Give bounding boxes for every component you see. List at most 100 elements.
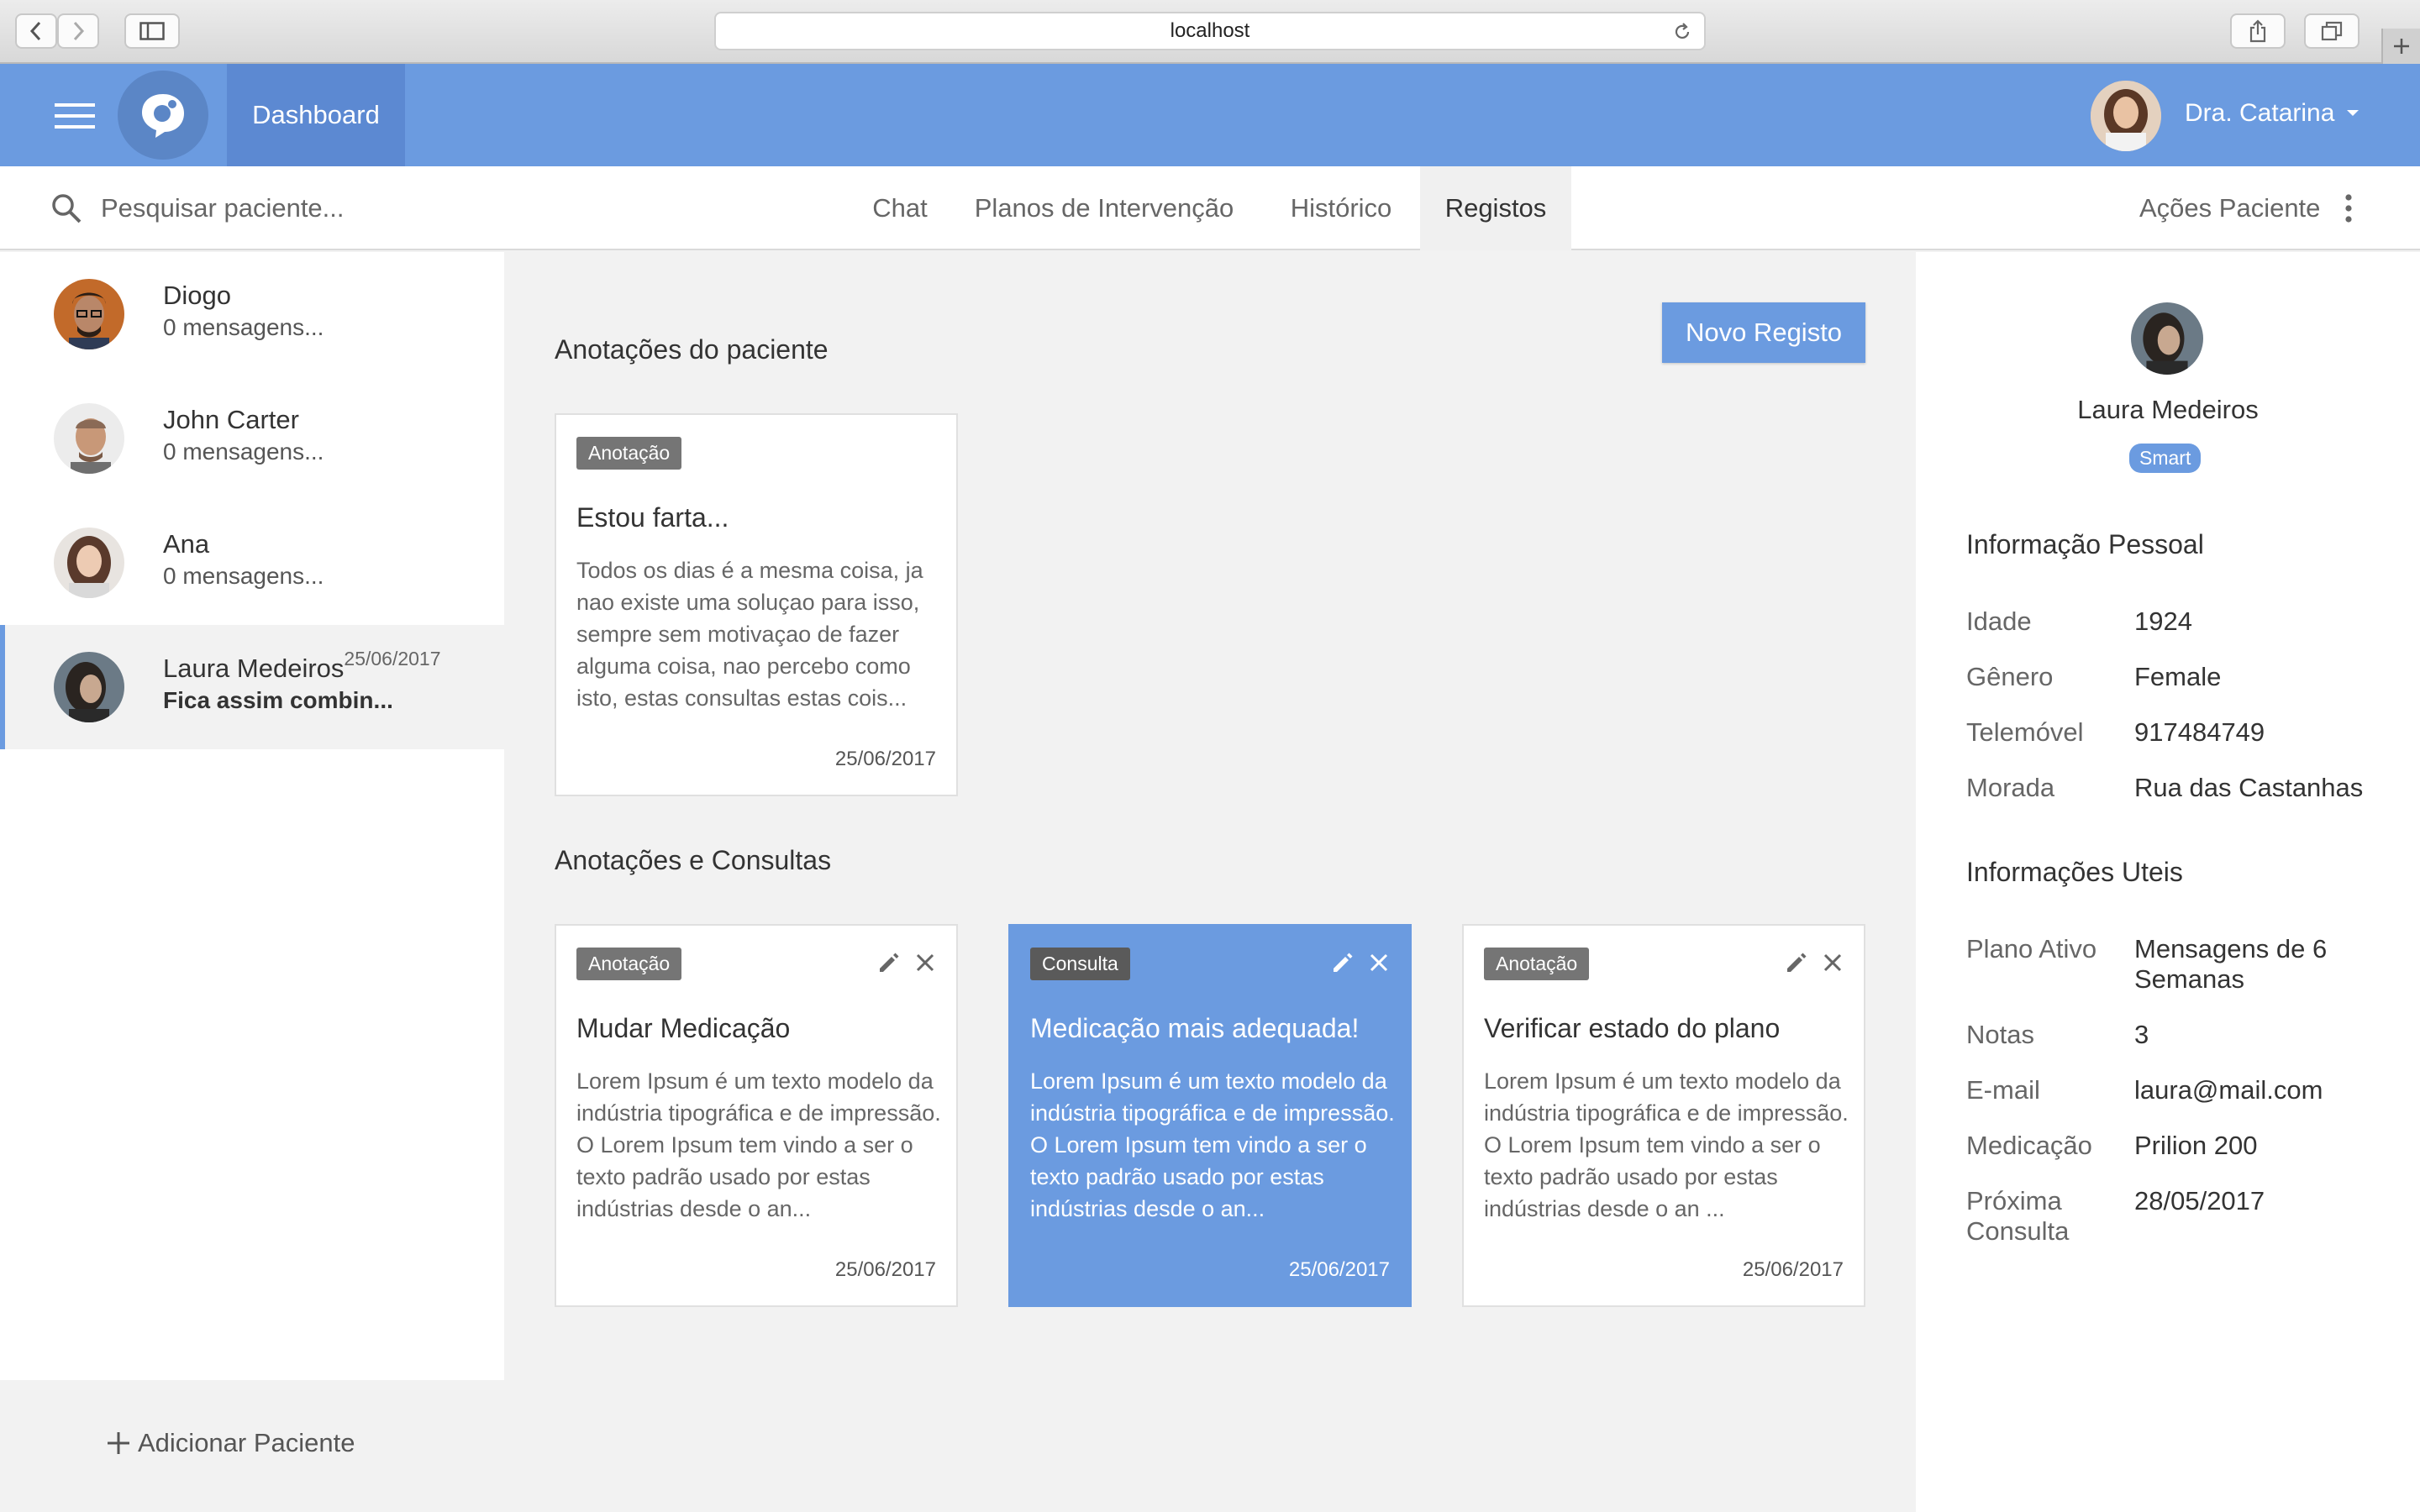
tab-chat[interactable]: Chat	[855, 166, 944, 250]
user-name: Dra. Catarina	[2185, 99, 2335, 127]
patient-actions-menu[interactable]: Ações Paciente	[2139, 166, 2353, 250]
tab-registos[interactable]: Registos	[1420, 166, 1571, 250]
patient-name: Ana	[163, 529, 210, 559]
tab-bar: Chat Planos de Intervenção Histórico Reg…	[0, 166, 2420, 250]
patient-avatar	[54, 652, 124, 722]
patient-name: Diogo	[163, 281, 231, 310]
info-value: Prilion 200	[2134, 1131, 2258, 1160]
patient-profile-panel: Laura Medeiros Smart Informação Pessoal …	[1916, 252, 2420, 1512]
info-label: Plano Ativo	[1966, 934, 2097, 963]
record-card-selected[interactable]: Consulta Medicação mais adequada! Lorem …	[1008, 924, 1412, 1307]
patient-last-message: 0 mensagens...	[163, 563, 324, 589]
tab-planos[interactable]: Planos de Intervenção	[961, 166, 1247, 250]
record-card[interactable]: Anotação Mudar Medicação Lorem Ipsum é u…	[555, 924, 958, 1307]
more-vert-icon	[2345, 194, 2353, 223]
card-type-badge: Anotação	[1484, 948, 1590, 980]
url-text: localhost	[1170, 19, 1250, 42]
card-date: 25/06/2017	[1742, 1258, 1844, 1281]
plus-icon	[2394, 39, 2409, 54]
edit-button[interactable]	[877, 951, 901, 974]
info-label: Próxima Consulta	[1966, 1186, 2070, 1246]
logo-icon	[142, 94, 184, 138]
patient-avatar	[54, 528, 124, 598]
card-body: Todos os dias é a mesma coisa, ja nao ex…	[576, 558, 923, 711]
patient-item[interactable]: Ana 0 mensagens...	[0, 501, 504, 625]
patient-actions-label: Ações Paciente	[2139, 193, 2321, 223]
info-value: Mensagens de 6 Semanas	[2134, 934, 2328, 994]
sidebar-icon	[139, 22, 165, 40]
pencil-icon	[1334, 953, 1353, 972]
patient-item[interactable]: Diogo 0 mensagens...	[0, 252, 504, 376]
card-type-badge: Consulta	[1030, 948, 1130, 980]
record-card[interactable]: Anotação Verificar estado do plano Lorem…	[1462, 924, 1865, 1307]
user-menu[interactable]: Dra. Catarina	[2185, 99, 2360, 128]
app-header: Dashboard Dra. Catarina	[0, 64, 2420, 166]
avatar-image	[2091, 81, 2161, 151]
patient-name: John Carter	[163, 405, 299, 434]
card-date: 25/06/2017	[834, 748, 936, 770]
back-button[interactable]	[15, 13, 57, 49]
sidebar-button[interactable]	[124, 13, 180, 49]
back-icon	[29, 21, 41, 41]
profile-badge: Smart	[2129, 444, 2202, 473]
card-tools	[1331, 951, 1388, 974]
patient-item[interactable]: John Carter 0 mensagens...	[0, 376, 504, 501]
patient-search	[50, 166, 437, 250]
note-card[interactable]: Anotação Estou farta... Todos os dias é …	[555, 413, 958, 796]
address-bar[interactable]: localhost	[714, 12, 1706, 50]
info-value: 917484749	[2134, 717, 2265, 747]
info-value: Rua das Castanhas	[2134, 773, 2364, 802]
info-label: Medicação	[1966, 1131, 2092, 1160]
consults-section-title: Anotações e Consultas	[555, 845, 832, 875]
delete-button[interactable]	[1823, 953, 1842, 972]
reload-icon	[1675, 23, 1690, 39]
new-tab-button[interactable]	[2381, 29, 2420, 64]
patient-last-message: 0 mensagens...	[163, 438, 324, 465]
tabs-button[interactable]	[2304, 13, 2360, 49]
share-button[interactable]	[2230, 13, 2286, 49]
patient-item-selected[interactable]: Laura Medeiros25/06/2017 Fica assim comb…	[0, 625, 504, 749]
info-label: Notas	[1966, 1020, 2034, 1049]
tabs-icon	[2321, 21, 2343, 41]
hamburger-icon	[55, 103, 95, 129]
dashboard-link[interactable]: Dashboard	[227, 64, 405, 166]
menu-button[interactable]	[30, 92, 119, 139]
app-logo[interactable]	[118, 71, 208, 160]
tab-historico[interactable]: Histórico	[1267, 166, 1415, 250]
card-title: Estou farta...	[576, 502, 729, 533]
user-avatar[interactable]	[2091, 81, 2161, 151]
delete-button[interactable]	[916, 953, 934, 972]
patient-avatar	[54, 279, 124, 349]
delete-button[interactable]	[1370, 953, 1388, 972]
search-icon	[52, 194, 82, 223]
info-value: 3	[2134, 1020, 2149, 1049]
card-tools	[1785, 951, 1842, 974]
info-label: Idade	[1966, 606, 2032, 636]
info-label: Morada	[1966, 773, 2055, 802]
card-title: Verificar estado do plano	[1484, 1013, 1781, 1043]
edit-button[interactable]	[1785, 951, 1808, 974]
edit-button[interactable]	[1331, 951, 1355, 974]
add-patient-button[interactable]: Adicionar Paciente	[106, 1428, 355, 1458]
patient-last-message: Fica assim combin...	[163, 687, 393, 713]
patient-name: Laura Medeiros25/06/2017	[163, 648, 441, 684]
forward-icon	[73, 21, 85, 41]
pencil-icon	[1787, 953, 1807, 972]
card-body: Lorem Ipsum é um texto modelo da indústr…	[1484, 1068, 1849, 1221]
forward-button[interactable]	[57, 13, 99, 49]
patient-list: Diogo 0 mensagens... John Carter 0 mensa…	[0, 252, 504, 1380]
card-date: 25/06/2017	[834, 1258, 936, 1281]
personal-info-title: Informação Pessoal	[1966, 529, 2204, 559]
reload-button[interactable]	[1672, 22, 1692, 42]
info-value: laura@mail.com	[2134, 1075, 2323, 1105]
add-patient-label: Adicionar Paciente	[138, 1428, 355, 1457]
search-input[interactable]	[101, 193, 437, 223]
card-type-badge: Anotação	[576, 437, 682, 470]
close-icon	[1370, 953, 1388, 972]
new-record-button[interactable]: Novo Registo	[1662, 302, 1865, 363]
pencil-icon	[880, 953, 899, 972]
useful-info-title: Informações Uteis	[1966, 857, 2183, 887]
card-date: 25/06/2017	[1288, 1258, 1390, 1281]
info-label: Telemóvel	[1966, 717, 2084, 747]
card-body: Lorem Ipsum é um texto modelo da indústr…	[1030, 1068, 1395, 1221]
